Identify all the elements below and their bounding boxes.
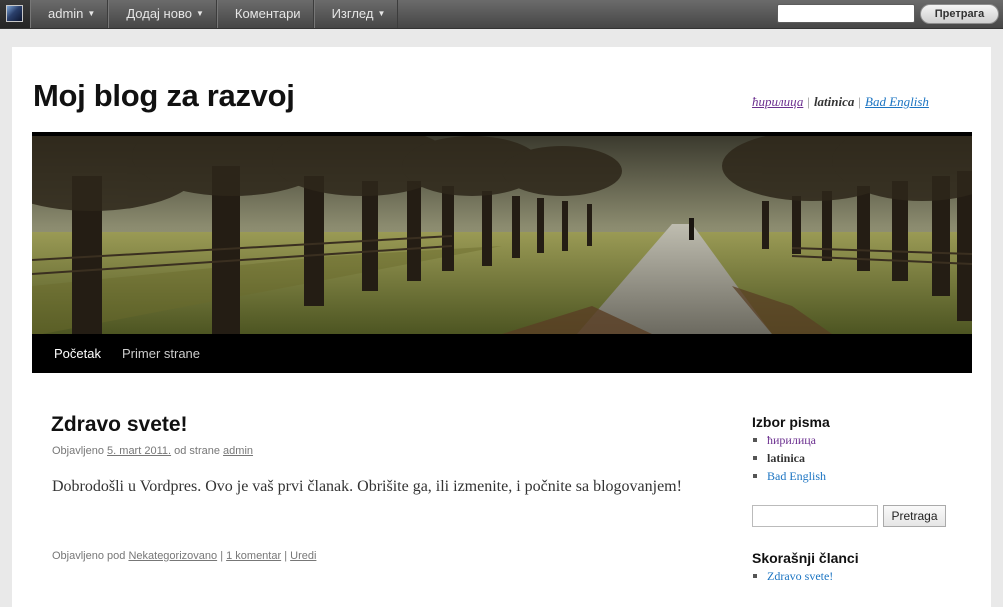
post-author-link[interactable]: admin — [223, 445, 253, 457]
comments-link[interactable]: 1 komentar — [226, 550, 281, 562]
widget-title-script: Izbor pisma — [752, 414, 830, 430]
caret-down-icon: ▼ — [377, 9, 386, 18]
site-logo-button[interactable] — [0, 0, 30, 28]
post-footer: Objavljeno pod Nekategorizovano | 1 kome… — [52, 550, 316, 562]
admin-menu-user-label: admin — [48, 6, 84, 21]
post-date-link[interactable]: 5. mart 2011. — [107, 445, 171, 457]
site-title[interactable]: Moj blog za razvoj — [33, 78, 295, 114]
lang-current-latin: latinica — [813, 94, 855, 109]
sidebar-search-button[interactable]: Pretraga — [883, 505, 946, 527]
caret-down-icon: ▼ — [87, 9, 96, 18]
header-image — [32, 132, 972, 334]
admin-menu-appearance[interactable]: Изглед ▼ — [313, 0, 399, 28]
admin-menu-user[interactable]: admin ▼ — [30, 0, 109, 28]
post-meta: Objavljeno 5. mart 2011. od strane admin — [52, 445, 253, 457]
separator: | — [807, 94, 810, 109]
post-meta-prefix: Objavljeno — [52, 445, 104, 457]
category-link[interactable]: Nekategorizovano — [128, 550, 217, 562]
separator: | — [220, 550, 224, 562]
page-container: Moj blog za razvoj ћирилица | latinica | Bad… — [12, 47, 991, 607]
admin-menu-comments[interactable]: Коментари — [216, 0, 314, 28]
main-navigation: Početak Primer strane — [32, 334, 972, 373]
nav-item-sample-page[interactable]: Primer strane — [122, 334, 200, 373]
admin-menu-add-new-label: Додај ново — [126, 6, 192, 21]
language-switcher: ћирилица | latinica | Bad English — [752, 94, 929, 110]
edit-link[interactable]: Uredi — [290, 550, 316, 562]
sidebar-search-input[interactable] — [752, 505, 878, 527]
caret-down-icon: ▼ — [195, 9, 204, 18]
post-footer-prefix: Objavljeno pod — [52, 550, 126, 562]
post-meta-by: od strane — [174, 445, 220, 457]
recent-post-item[interactable]: Zdravo svete! — [752, 567, 833, 585]
admin-search-button[interactable]: Претрага — [920, 4, 999, 24]
admin-menu-comments-label: Коментари — [234, 6, 301, 21]
admin-menu-add-new[interactable]: Додај ново ▼ — [108, 0, 217, 28]
admin-menu-appearance-label: Изглед — [331, 6, 374, 21]
script-item-english[interactable]: Bad English — [752, 467, 826, 485]
header-image-avenue — [32, 136, 972, 334]
lang-link-english[interactable]: Bad English — [865, 94, 929, 109]
script-list: ћирилица latinica Bad English — [752, 431, 826, 485]
widget-title-recent: Skorašnji članci — [752, 550, 859, 566]
post-content: Dobrodošli u Vordpres. Ovo je vaš prvi č… — [52, 478, 682, 495]
recent-posts-list: Zdravo svete! — [752, 567, 833, 585]
admin-bar: admin ▼ Додај ново ▼ Коментари Изглед ▼ Пре… — [0, 0, 1003, 29]
post-title[interactable]: Zdravo svete! — [51, 413, 188, 437]
separator: | — [858, 94, 861, 109]
script-item-cyrillic[interactable]: ћирилица — [752, 431, 826, 449]
separator: | — [284, 550, 288, 562]
avatar-icon — [6, 5, 23, 22]
admin-search-input[interactable] — [777, 4, 915, 23]
admin-menu: admin ▼ Додај ново ▼ Коментари Изглед ▼ — [30, 0, 399, 28]
lang-link-cyrillic[interactable]: ћирилица — [752, 94, 803, 109]
script-item-latin: latinica — [752, 449, 826, 467]
nav-item-home[interactable]: Početak — [54, 334, 101, 373]
